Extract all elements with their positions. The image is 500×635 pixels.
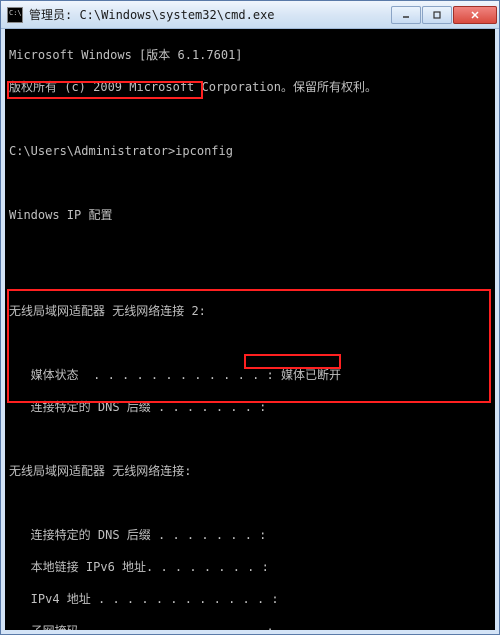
console-output[interactable]: Microsoft Windows [版本 6.1.7601] 版权所有 (c)… [5,29,495,630]
output-line: 子网掩码 . . . . . . . . . . . . : [9,623,491,630]
minimize-button[interactable] [391,6,421,24]
header-line: Microsoft Windows [版本 6.1.7601] [9,47,491,63]
titlebar[interactable]: 管理员: C:\Windows\system32\cmd.exe [1,1,499,29]
adapter-title: 无线局域网适配器 无线网络连接 2: [9,303,491,319]
window-title: 管理员: C:\Windows\system32\cmd.exe [29,6,391,23]
header-line: 版权所有 (c) 2009 Microsoft Corporation。保留所有… [9,79,491,95]
window-controls [391,6,497,24]
output-line: 媒体状态 . . . . . . . . . . . . : 媒体已断开 [9,367,491,383]
command-line: C:\Users\Administrator>ipconfig [9,143,491,159]
cmd-icon [7,7,23,23]
adapter-title: 无线局域网适配器 无线网络连接: [9,463,491,479]
output-line: 连接特定的 DNS 后缀 . . . . . . . : [9,399,491,415]
close-button[interactable] [453,6,497,24]
command-prompt-window: 管理员: C:\Windows\system32\cmd.exe Microso… [0,0,500,635]
section-title: Windows IP 配置 [9,207,491,223]
output-line: IPv4 地址 . . . . . . . . . . . . : [9,591,491,607]
maximize-button[interactable] [422,6,452,24]
output-line: 本地链接 IPv6 地址. . . . . . . . : [9,559,491,575]
output-line: 连接特定的 DNS 后缀 . . . . . . . : [9,527,491,543]
